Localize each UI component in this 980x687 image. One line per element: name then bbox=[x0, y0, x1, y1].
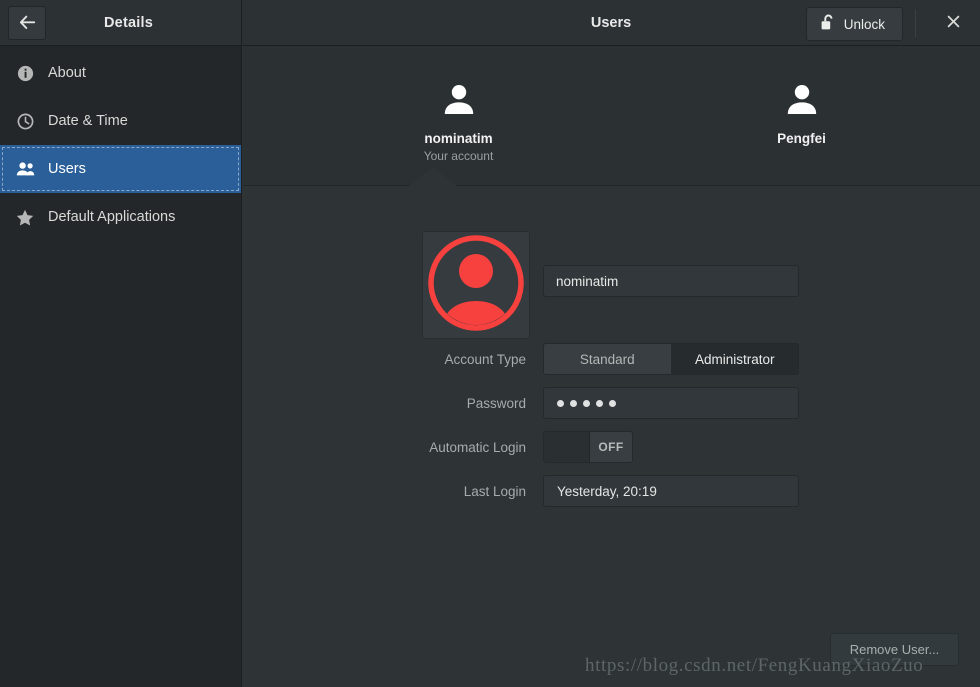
last-login-value: Yesterday, 20:19 bbox=[557, 483, 657, 499]
account-type-label: Account Type bbox=[444, 351, 526, 367]
password-field[interactable] bbox=[543, 387, 799, 419]
close-icon bbox=[947, 15, 960, 32]
user-tab-strip: nominatim Your account Pengfei bbox=[243, 46, 980, 186]
unlock-button-label: Unlock bbox=[843, 16, 885, 32]
sidebar-item-users[interactable]: Users bbox=[0, 145, 241, 193]
back-button[interactable] bbox=[8, 5, 46, 40]
sidebar-item-about[interactable]: About bbox=[0, 49, 241, 97]
user-tab-name: Pengfei bbox=[777, 131, 826, 146]
user-tab-avatar-icon bbox=[778, 76, 826, 124]
user-tab-nominatim[interactable]: nominatim Your account bbox=[390, 46, 527, 185]
password-dot bbox=[609, 399, 616, 407]
password-label: Password bbox=[466, 395, 526, 411]
header-left-pane: Details bbox=[0, 0, 242, 45]
password-dot bbox=[570, 399, 577, 407]
password-dot bbox=[596, 399, 603, 407]
sidebar-item-default-applications[interactable]: Default Applications bbox=[0, 193, 241, 241]
unlock-button[interactable]: Unlock bbox=[805, 7, 903, 41]
sidebar-item-label: About bbox=[48, 65, 86, 81]
open-padlock-icon bbox=[821, 14, 835, 34]
sidebar-item-date-time[interactable]: Date & Time bbox=[0, 97, 241, 145]
selected-tab-pointer bbox=[409, 167, 457, 186]
automatic-login-toggle[interactable]: OFF bbox=[543, 431, 633, 463]
last-login-field[interactable]: Yesterday, 20:19 bbox=[543, 475, 799, 507]
header-right-pane: Users Unlock bbox=[242, 0, 980, 45]
star-icon bbox=[12, 209, 38, 226]
back-arrow-icon bbox=[19, 15, 36, 30]
users-settings-window: Details Users Unlock About Date & Time U… bbox=[0, 0, 980, 687]
account-type-option-administrator[interactable]: Administrator bbox=[671, 344, 798, 374]
toggle-knob bbox=[544, 432, 590, 462]
password-dot bbox=[557, 399, 564, 407]
user-tab-subtitle: Your account bbox=[423, 149, 494, 163]
sidebar-panel-title: Details bbox=[104, 14, 153, 31]
account-type-option-standard[interactable]: Standard bbox=[544, 344, 672, 374]
username-input[interactable]: nominatim bbox=[543, 265, 799, 297]
user-tab-pengfei[interactable]: Pengfei bbox=[733, 46, 870, 185]
account-avatar-button[interactable] bbox=[422, 231, 530, 339]
close-window-button[interactable] bbox=[940, 11, 966, 35]
account-type-row: Account Type Standard Administrator bbox=[243, 343, 980, 375]
password-row: Password bbox=[243, 387, 980, 419]
toggle-state-label: OFF bbox=[590, 432, 632, 462]
username-value: nominatim bbox=[556, 273, 619, 289]
header-bar: Details Users Unlock bbox=[0, 0, 980, 46]
info-icon bbox=[12, 65, 38, 82]
automatic-login-row: Automatic Login OFF bbox=[243, 431, 980, 463]
password-dot bbox=[583, 399, 590, 407]
user-tab-avatar-icon bbox=[435, 76, 483, 124]
header-separator bbox=[915, 9, 916, 37]
user-avatar-icon bbox=[428, 234, 524, 336]
last-login-row: Last Login Yesterday, 20:19 bbox=[243, 475, 980, 507]
sidebar-item-label: Date & Time bbox=[48, 113, 128, 129]
clock-icon bbox=[12, 113, 38, 130]
account-detail-panel: nominatim Account Type Standard Administ… bbox=[243, 187, 980, 687]
sidebar-item-label: Default Applications bbox=[48, 209, 176, 225]
sidebar-item-label: Users bbox=[48, 161, 86, 177]
sidebar: About Date & Time Users Default Applicat… bbox=[0, 46, 242, 687]
account-type-segmented-control[interactable]: Standard Administrator bbox=[543, 343, 799, 375]
remove-user-button[interactable]: Remove User... bbox=[830, 633, 959, 666]
last-login-label: Last Login bbox=[463, 483, 526, 499]
users-icon bbox=[12, 161, 38, 177]
automatic-login-label: Automatic Login bbox=[429, 439, 526, 455]
user-tab-name: nominatim bbox=[424, 131, 493, 146]
